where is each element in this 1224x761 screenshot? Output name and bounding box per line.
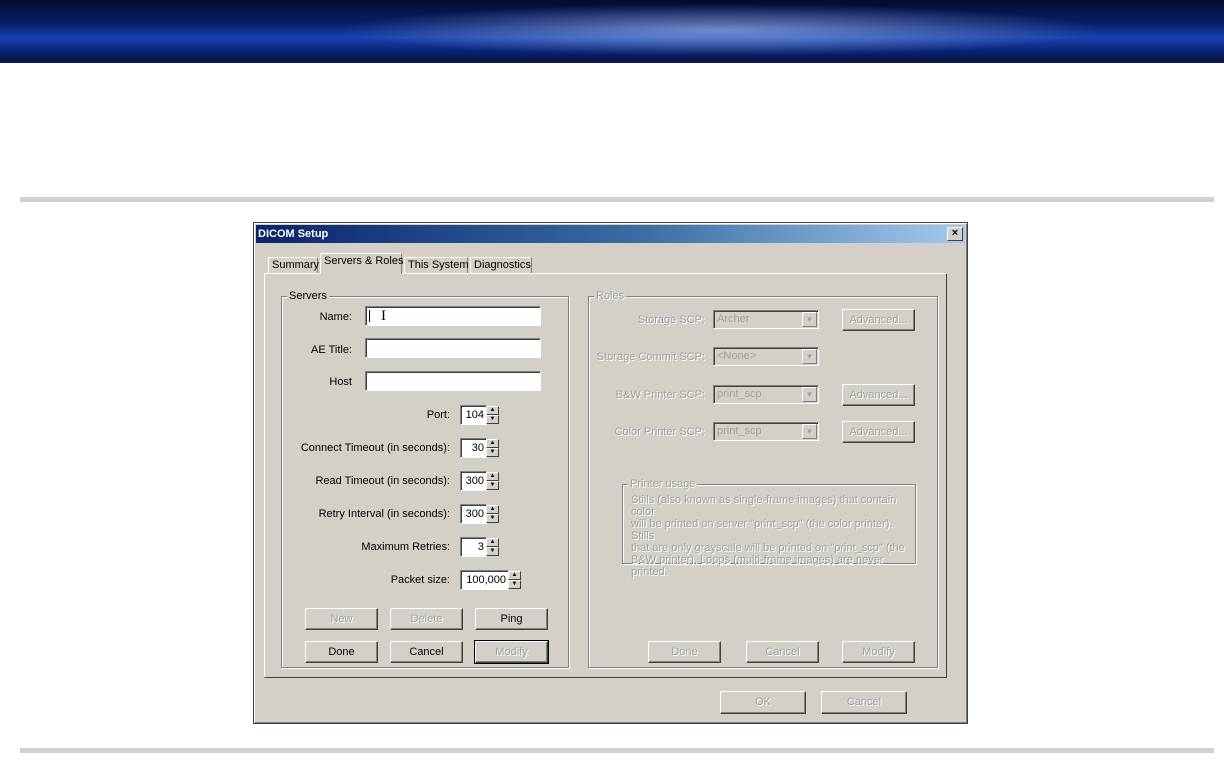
storage-commit-scp-select[interactable]: <None> ▼	[713, 347, 819, 366]
port-up-icon[interactable]: ▲	[486, 406, 499, 415]
top-divider	[20, 197, 1214, 202]
max-retries-down-icon[interactable]: ▼	[486, 547, 499, 556]
color-advanced-button[interactable]: Advanced...	[842, 421, 915, 443]
roles-legend: Roles	[594, 290, 627, 302]
printer-usage-line: will be printed on server "print_scp" (t…	[631, 518, 893, 542]
color-printer-scp-label: Color Printer SCP:	[614, 426, 705, 438]
roles-modify-button[interactable]: Modify	[842, 641, 915, 663]
chevron-down-icon: ▼	[802, 349, 817, 364]
max-retries-stepper[interactable]: 3 ▲ ▼	[460, 537, 500, 557]
storage-advanced-button[interactable]: Advanced...	[842, 309, 915, 331]
read-timeout-label: Read Timeout (in seconds):	[315, 475, 450, 487]
name-label: Name:	[319, 311, 352, 323]
retry-interval-label: Retry Interval (in seconds):	[318, 508, 450, 520]
connect-timeout-label: Connect Timeout (in seconds):	[300, 442, 450, 454]
dialog-title: DICOM Setup	[258, 228, 329, 240]
storage-commit-scp-value: <None>	[717, 350, 757, 362]
chevron-down-icon: ▼	[802, 387, 817, 402]
new-button[interactable]: New	[305, 608, 378, 630]
read-timeout-value[interactable]: 300	[460, 471, 487, 491]
bw-printer-scp-label: B&W Printer SCP:	[615, 389, 705, 401]
delete-button[interactable]: Delete	[390, 608, 463, 630]
name-input[interactable]: I	[365, 306, 541, 326]
host-label: Host	[329, 376, 352, 388]
dicom-setup-dialog: DICOM Setup × Summary Servers & Roles Th…	[253, 222, 968, 724]
connect-timeout-down-icon[interactable]: ▼	[486, 448, 499, 457]
servers-group: Servers Name: I AE Title: Host Port: 104…	[281, 290, 569, 668]
servers-cancel-button[interactable]: Cancel	[390, 641, 463, 663]
printer-usage-line: B&W printer). Loops (multi-frame images)…	[631, 554, 884, 578]
read-timeout-stepper[interactable]: 300 ▲ ▼	[460, 471, 500, 491]
ping-button[interactable]: Ping	[475, 608, 548, 630]
storage-scp-select[interactable]: Archer ▼	[713, 310, 819, 329]
color-printer-scp-select[interactable]: print_scp ▼	[713, 422, 819, 441]
header-banner	[0, 0, 1224, 63]
roles-done-button[interactable]: Done	[648, 641, 721, 663]
text-cursor-icon: I	[381, 308, 386, 324]
retry-interval-up-icon[interactable]: ▲	[486, 505, 499, 514]
bw-printer-scp-value: print_scp	[717, 388, 762, 400]
bottom-divider	[20, 748, 1214, 753]
tab-this-system[interactable]: This System	[404, 257, 469, 274]
printer-usage-group: Printer usage Stills (also known as sing…	[622, 478, 916, 578]
printer-usage-line: that are only grayscale will be printed …	[631, 542, 905, 554]
retry-interval-stepper[interactable]: 300 ▲ ▼	[460, 504, 500, 524]
roles-group: Roles Storage SCP: Archer ▼ Advanced... …	[588, 290, 938, 668]
port-down-icon[interactable]: ▼	[486, 415, 499, 424]
packet-size-down-icon[interactable]: ▼	[508, 580, 521, 589]
connect-timeout-value[interactable]: 30	[460, 438, 487, 458]
bw-printer-scp-select[interactable]: print_scp ▼	[713, 385, 819, 404]
port-label: Port:	[426, 409, 450, 421]
read-timeout-up-icon[interactable]: ▲	[486, 472, 499, 481]
servers-legend: Servers	[287, 290, 329, 302]
close-icon: ×	[951, 227, 959, 239]
connect-timeout-stepper[interactable]: 30 ▲ ▼	[460, 438, 500, 458]
color-printer-scp-value: print_scp	[717, 425, 762, 437]
tab-summary[interactable]: Summary	[268, 257, 319, 274]
servers-roles-panel: Servers Name: I AE Title: Host Port: 104…	[264, 273, 947, 678]
packet-size-up-icon[interactable]: ▲	[508, 571, 521, 580]
servers-done-button[interactable]: Done	[305, 641, 378, 663]
text-caret	[369, 310, 370, 322]
retry-interval-down-icon[interactable]: ▼	[486, 514, 499, 523]
port-stepper[interactable]: 104 ▲ ▼	[460, 405, 500, 425]
bw-advanced-button[interactable]: Advanced...	[842, 384, 915, 406]
ae-title-label: AE Title:	[311, 344, 352, 356]
port-value[interactable]: 104	[460, 405, 487, 425]
max-retries-label: Maximum Retries:	[361, 541, 450, 553]
dialog-cancel-button[interactable]: Cancel	[821, 691, 907, 714]
chevron-down-icon: ▼	[802, 424, 817, 439]
storage-commit-scp-label: Storage Commit SCP:	[596, 351, 705, 363]
tab-servers-roles[interactable]: Servers & Roles	[320, 253, 403, 274]
ae-title-input[interactable]	[365, 338, 541, 358]
packet-size-label: Packet size:	[390, 574, 450, 586]
host-input[interactable]	[365, 371, 541, 391]
ok-button[interactable]: OK	[720, 691, 806, 714]
printer-usage-line: Stills (also known as single-frame image…	[631, 494, 897, 518]
printer-usage-legend: Printer usage	[628, 478, 698, 490]
tab-diagnostics[interactable]: Diagnostics	[470, 257, 532, 274]
storage-scp-value: Archer	[717, 313, 750, 325]
max-retries-value[interactable]: 3	[460, 537, 487, 557]
close-button[interactable]: ×	[947, 227, 963, 241]
packet-size-stepper[interactable]: 100,000 ▲ ▼	[460, 570, 522, 590]
retry-interval-value[interactable]: 300	[460, 504, 487, 524]
packet-size-value[interactable]: 100,000	[460, 570, 509, 590]
storage-scp-label: Storage SCP:	[637, 314, 705, 326]
roles-cancel-button[interactable]: Cancel	[746, 641, 819, 663]
printer-usage-text: Stills (also known as single-frame image…	[631, 494, 915, 578]
read-timeout-down-icon[interactable]: ▼	[486, 481, 499, 490]
dialog-titlebar[interactable]: DICOM Setup ×	[256, 225, 965, 243]
chevron-down-icon: ▼	[802, 312, 817, 327]
servers-modify-button[interactable]: Modify	[475, 641, 548, 663]
connect-timeout-up-icon[interactable]: ▲	[486, 439, 499, 448]
max-retries-up-icon[interactable]: ▲	[486, 538, 499, 547]
